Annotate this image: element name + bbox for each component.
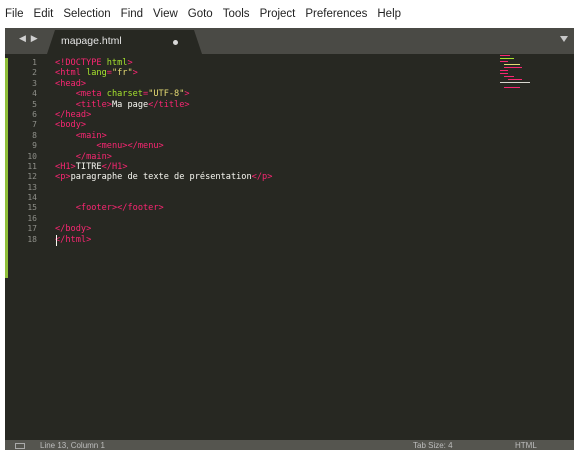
menu-item-view[interactable]: View	[153, 8, 178, 20]
line-number-gutter: 1 2 3 4 5 6 7 8 9 10 11 12 13 14 15 16 17 18	[11, 58, 37, 245]
code-line: <main>	[75, 130, 107, 141]
line-number: 3	[32, 78, 37, 88]
minimap[interactable]	[500, 53, 540, 93]
code-line: <menu></menu>	[96, 141, 164, 152]
syntax-indicator[interactable]: HTML	[515, 441, 537, 450]
menu-item-file[interactable]: File	[5, 8, 24, 20]
code-line: </html>	[55, 234, 92, 245]
tab-bar: ◀ ▶ mapage.html	[5, 28, 574, 54]
menu-item-edit[interactable]: Edit	[34, 8, 54, 20]
editor-window: ◀ ▶ mapage.html 1 2 3 4 5 6 7 8 9 10 11 12 13 14 15 16 1…	[5, 28, 574, 450]
line-number: 16	[27, 213, 37, 223]
tab-mapage-html[interactable]: mapage.html	[47, 30, 202, 54]
code-line: <!DOCTYPE html>	[55, 58, 133, 68]
menu-item-preferences[interactable]: Preferences	[305, 8, 367, 20]
menu-item-help[interactable]: Help	[377, 8, 401, 20]
tab-list-dropdown-icon[interactable]	[560, 36, 568, 42]
modified-lines-indicator	[5, 58, 8, 278]
code-area[interactable]: <!DOCTYPE html> <html lang="fr"> <head> <m…	[55, 58, 475, 245]
menu-item-project[interactable]: Project	[260, 8, 296, 20]
panel-toggle-icon[interactable]	[15, 443, 25, 449]
menu-item-goto[interactable]: Goto	[188, 8, 213, 20]
status-bar: Line 13, Column 1 Tab Size: 4 HTML	[5, 440, 574, 450]
line-number: 14	[27, 193, 37, 203]
menu-item-selection[interactable]: Selection	[63, 8, 110, 20]
tab-label: mapage.html	[61, 35, 122, 47]
code-line: </body>	[55, 224, 92, 235]
line-number: 12	[27, 172, 37, 182]
code-line: <body>	[55, 120, 87, 131]
code-line: <meta charset="UTF-8">	[75, 89, 190, 100]
line-number: 6	[32, 109, 37, 119]
line-number: 15	[27, 203, 37, 213]
text-cursor	[56, 235, 57, 246]
code-line: <title>Ma page</title>	[75, 99, 190, 110]
code-line: <p>paragraphe de texte de présentation</…	[55, 172, 273, 183]
code-line: <head>	[55, 78, 87, 89]
menu-item-tools[interactable]: Tools	[223, 8, 250, 20]
code-line: </main>	[75, 151, 112, 162]
code-line: <footer></footer>	[75, 203, 164, 214]
unsaved-dot-icon[interactable]	[173, 40, 178, 45]
line-number: 18	[27, 234, 37, 244]
code-line: <html lang="fr">	[55, 68, 138, 79]
line-number: 17	[27, 224, 37, 234]
line-number: 10	[27, 151, 37, 161]
line-number: 11	[27, 161, 37, 171]
line-number: 2	[32, 68, 37, 78]
line-number: 8	[32, 130, 37, 140]
tab-size-indicator[interactable]: Tab Size: 4	[413, 441, 453, 450]
code-line: </head>	[55, 109, 92, 120]
code-line: <H1>TITRE</H1>	[55, 161, 128, 172]
menu-item-find[interactable]: Find	[121, 8, 143, 20]
menu-bar: File Edit Selection Find View Goto Tools Projec…	[0, 0, 574, 28]
line-number: 5	[32, 99, 37, 109]
tab-nav-arrows-icon[interactable]: ◀ ▶	[19, 34, 39, 44]
line-number: 9	[32, 141, 37, 151]
line-number: 13	[27, 182, 37, 192]
cursor-position: Line 13, Column 1	[40, 441, 105, 450]
line-number: 7	[32, 120, 37, 130]
line-number: 4	[32, 89, 37, 99]
line-number: 1	[32, 58, 37, 67]
